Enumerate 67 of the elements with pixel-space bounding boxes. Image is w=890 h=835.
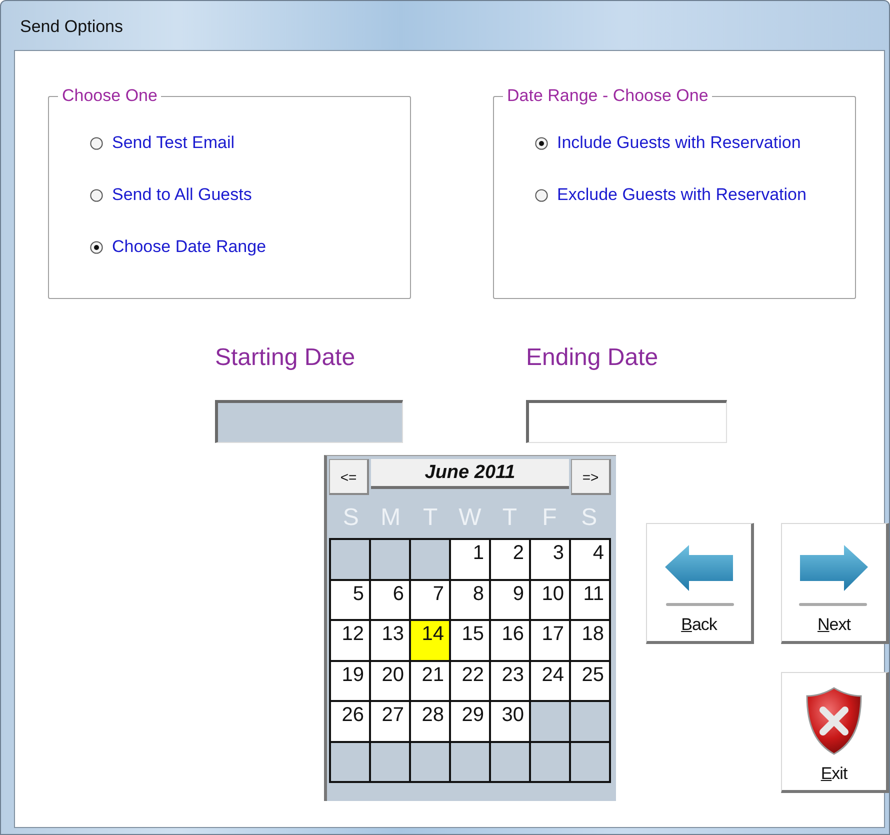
day-cell[interactable]: 18: [571, 621, 609, 660]
day-cell[interactable]: 29: [451, 702, 489, 740]
radio-label[interactable]: Send to All Guests: [112, 185, 252, 205]
day-cell[interactable]: 6: [371, 580, 409, 619]
group-title: Date Range - Choose One: [503, 86, 712, 106]
day-cell[interactable]: 5: [331, 580, 369, 619]
empty-day-cell: [531, 702, 569, 740]
date-field[interactable]: [215, 400, 403, 443]
day-cell[interactable]: 30: [491, 702, 529, 740]
left-arrow-icon: [663, 545, 735, 607]
day-cell[interactable]: 26: [331, 702, 369, 740]
day-cell[interactable]: 28: [411, 702, 449, 740]
empty-day-cell: [531, 742, 569, 781]
radio-button[interactable]: [90, 240, 103, 254]
month-title: June 2011: [371, 459, 569, 489]
date-label: Starting Date: [215, 344, 356, 372]
day-cell[interactable]: 23: [491, 662, 529, 700]
empty-day-cell: [491, 742, 529, 781]
radio-button[interactable]: [535, 136, 548, 150]
back-button[interactable]: Back: [646, 523, 754, 644]
day-cell[interactable]: 13: [371, 621, 409, 660]
next-button[interactable]: Next: [781, 523, 889, 644]
exit-button[interactable]: Exit: [781, 672, 889, 793]
day-cell[interactable]: 24: [531, 662, 569, 700]
window-title: Send Options: [19, 16, 124, 38]
day-cell[interactable]: 15: [451, 621, 489, 660]
empty-day-cell: [571, 742, 609, 781]
day-cell[interactable]: 16: [491, 621, 529, 660]
radio-button[interactable]: [90, 188, 103, 202]
day-cell[interactable]: 12: [331, 621, 369, 660]
day-cell[interactable]: 27: [371, 702, 409, 740]
radio-button[interactable]: [535, 188, 548, 202]
day-cell[interactable]: 21: [411, 662, 449, 700]
day-cell[interactable]: 1: [451, 540, 489, 578]
radio-button[interactable]: [90, 136, 103, 150]
empty-day-cell: [371, 742, 409, 781]
date-label: Ending Date: [526, 344, 660, 372]
radio-label[interactable]: Choose Date Range: [112, 237, 266, 257]
date-field[interactable]: [526, 400, 727, 443]
radio-label[interactable]: Exclude Guests with Reservation: [557, 185, 806, 205]
day-cell[interactable]: 20: [371, 662, 409, 700]
day-cell[interactable]: 22: [451, 662, 489, 700]
day-cell[interactable]: 19: [331, 662, 369, 700]
next-month-button[interactable]: =>: [571, 459, 611, 495]
empty-day-cell: [451, 742, 489, 781]
right-arrow-icon: [798, 545, 870, 607]
day-cell[interactable]: 8: [451, 580, 489, 619]
day-cell[interactable]: 25: [571, 662, 609, 700]
day-cell[interactable]: 4: [571, 540, 609, 578]
previous-month-button[interactable]: <=: [329, 459, 369, 495]
empty-day-cell: [411, 742, 449, 781]
day-cell[interactable]: 9: [491, 580, 529, 619]
empty-day-cell: [331, 540, 369, 578]
day-cell[interactable]: 11: [571, 580, 609, 619]
day-cell[interactable]: 14: [411, 621, 449, 660]
empty-day-cell: [571, 702, 609, 740]
radio-label[interactable]: Include Guests with Reservation: [557, 133, 801, 153]
day-cell[interactable]: 3: [531, 540, 569, 578]
empty-day-cell: [411, 540, 449, 578]
empty-day-cell: [371, 540, 409, 578]
day-cell[interactable]: 2: [491, 540, 529, 578]
radio-label[interactable]: Send Test Email: [112, 133, 235, 153]
shield-x-icon: [804, 686, 864, 756]
day-cell[interactable]: 10: [531, 580, 569, 619]
day-cell[interactable]: 17: [531, 621, 569, 660]
empty-day-cell: [331, 742, 369, 781]
day-cell[interactable]: 7: [411, 580, 449, 619]
